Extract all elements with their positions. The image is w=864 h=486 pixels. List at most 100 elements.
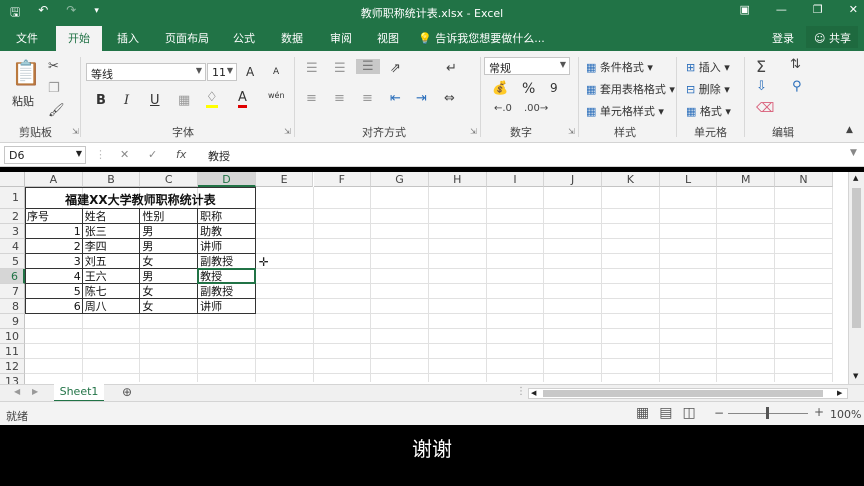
align-center-icon[interactable]: ≡ bbox=[334, 91, 345, 106]
shrink-font-button[interactable]: A bbox=[273, 67, 279, 77]
share-button[interactable]: ☺ 共享 bbox=[806, 26, 858, 48]
column-header-m[interactable]: M bbox=[717, 172, 776, 187]
column-header-f[interactable]: F bbox=[313, 172, 372, 187]
conditional-formatting-button[interactable]: ▦ 条件格式 ▾ bbox=[586, 59, 653, 75]
align-bottom-icon[interactable]: ☰ bbox=[356, 59, 380, 74]
number-format-combo[interactable]: 常规 ▼ bbox=[484, 57, 570, 75]
align-middle-icon[interactable]: ☰ bbox=[334, 61, 346, 76]
page-break-view-icon[interactable]: ◫ bbox=[682, 405, 695, 421]
row-header-4[interactable]: 4 bbox=[0, 239, 25, 254]
select-all-corner[interactable] bbox=[0, 172, 25, 187]
column-header-c[interactable]: C bbox=[140, 172, 199, 187]
vertical-scrollbar[interactable]: ▲ ▼ bbox=[848, 172, 864, 384]
italic-button[interactable]: I bbox=[124, 93, 129, 108]
format-cells-button[interactable]: ▦ 格式 ▾ bbox=[686, 103, 731, 119]
merge-center-icon[interactable]: ⇔ bbox=[444, 91, 455, 106]
minimize-icon[interactable]: — bbox=[776, 3, 787, 16]
tab-formulas[interactable]: 公式 bbox=[233, 30, 255, 46]
currency-icon[interactable]: 💰 bbox=[492, 81, 508, 96]
tab-file[interactable]: 文件 bbox=[16, 30, 38, 46]
row-header-9[interactable]: 9 bbox=[0, 314, 25, 329]
fill-icon[interactable]: ⇩ bbox=[756, 79, 767, 94]
column-header-k[interactable]: K bbox=[602, 172, 660, 187]
cut-icon[interactable]: ✂ bbox=[48, 59, 59, 74]
decrease-indent-icon[interactable]: ⇤ bbox=[390, 91, 401, 106]
cancel-icon[interactable]: ✕ bbox=[120, 148, 129, 161]
expand-formula-icon[interactable]: ▼ bbox=[850, 148, 857, 158]
scroll-up-icon[interactable]: ▲ bbox=[853, 174, 858, 182]
format-painter-icon[interactable]: 🖌 bbox=[48, 103, 65, 118]
align-right-icon[interactable]: ≡ bbox=[362, 91, 373, 106]
column-header-l[interactable]: L bbox=[659, 172, 718, 187]
increase-decimal-icon[interactable]: ←.0 bbox=[494, 103, 512, 114]
collapse-ribbon-icon[interactable]: ▲ bbox=[846, 125, 853, 135]
enter-icon[interactable]: ✓ bbox=[148, 148, 157, 161]
wrap-text-icon[interactable]: ↵ bbox=[446, 61, 457, 76]
tab-insert[interactable]: 插入 bbox=[117, 30, 139, 46]
zoom-level[interactable]: 100% bbox=[830, 408, 861, 421]
percent-button[interactable]: % bbox=[522, 81, 535, 97]
find-select-icon[interactable]: ⚲ bbox=[792, 79, 802, 94]
font-size-combo[interactable]: 11 ▼ bbox=[207, 63, 237, 81]
format-as-table-button[interactable]: ▦ 套用表格格式 ▾ bbox=[586, 81, 675, 97]
sort-filter-icon[interactable]: ⇅ bbox=[790, 57, 801, 72]
autosum-icon[interactable]: Σ bbox=[756, 57, 766, 76]
font-color-button[interactable]: A bbox=[238, 91, 247, 108]
row-header-13[interactable]: 13 bbox=[0, 374, 25, 384]
horizontal-scroll-thumb[interactable] bbox=[543, 390, 823, 397]
row-header-5[interactable]: 5 bbox=[0, 254, 25, 269]
bold-button[interactable]: B bbox=[96, 93, 106, 108]
zoom-slider-thumb[interactable] bbox=[766, 407, 769, 419]
scroll-down-icon[interactable]: ▼ bbox=[853, 372, 858, 380]
tab-home[interactable]: 开始 bbox=[56, 26, 102, 51]
column-header-d[interactable]: D bbox=[198, 172, 256, 187]
horizontal-scrollbar[interactable]: ◀ ▶ bbox=[528, 388, 848, 399]
zoom-in-icon[interactable]: + bbox=[814, 405, 824, 419]
tab-data[interactable]: 数据 bbox=[281, 30, 303, 46]
copy-icon[interactable]: ❐ bbox=[48, 81, 60, 96]
zoom-out-icon[interactable]: − bbox=[714, 406, 724, 420]
clear-icon[interactable]: ⌫ bbox=[756, 101, 774, 116]
column-header-h[interactable]: H bbox=[428, 172, 487, 187]
prev-sheet-icon[interactable]: ◀ bbox=[14, 387, 20, 396]
formula-input[interactable]: 教授 bbox=[200, 146, 858, 164]
restore-icon[interactable]: ❐ bbox=[813, 3, 823, 16]
row-header-7[interactable]: 7 bbox=[0, 284, 25, 299]
align-left-icon[interactable]: ≡ bbox=[306, 91, 317, 106]
login-button[interactable]: 登录 bbox=[772, 30, 794, 46]
worksheet-grid[interactable]: A B C D E F G H I J K L M N 1 2 3 4 5 6 7 8 9 10 11 12 13 福建XX大学教师职… bbox=[0, 172, 848, 384]
insert-cells-button[interactable]: ⊞ 插入 ▾ bbox=[686, 59, 730, 75]
name-box[interactable]: D6 ▼ bbox=[4, 146, 86, 164]
phonetic-button[interactable]: wén bbox=[268, 91, 285, 100]
tab-view[interactable]: 视图 bbox=[377, 30, 399, 46]
paste-button[interactable]: 粘贴 bbox=[12, 93, 34, 109]
fill-color-icon[interactable]: ♢ bbox=[206, 91, 218, 108]
row-header-8[interactable]: 8 bbox=[0, 299, 25, 314]
close-icon[interactable]: ✕ bbox=[849, 3, 858, 16]
row-header-11[interactable]: 11 bbox=[0, 344, 25, 359]
decrease-decimal-icon[interactable]: .00→ bbox=[524, 103, 548, 114]
underline-button[interactable]: U bbox=[150, 93, 160, 108]
alignment-launcher-icon[interactable]: ⇲ bbox=[470, 127, 477, 136]
page-layout-view-icon[interactable]: ▤ bbox=[659, 405, 672, 421]
next-sheet-icon[interactable]: ▶ bbox=[32, 387, 38, 396]
column-header-n[interactable]: N bbox=[775, 172, 833, 187]
normal-view-icon[interactable]: ▦ bbox=[636, 405, 649, 421]
tab-review[interactable]: 审阅 bbox=[330, 30, 352, 46]
column-header-j[interactable]: J bbox=[544, 172, 602, 187]
column-header-b[interactable]: B bbox=[82, 172, 141, 187]
align-top-icon[interactable]: ☰ bbox=[306, 61, 318, 76]
add-sheet-icon[interactable]: ⊕ bbox=[122, 385, 132, 399]
row-header-10[interactable]: 10 bbox=[0, 329, 25, 344]
sheet-tab-sheet1[interactable]: Sheet1 bbox=[54, 384, 104, 402]
insert-function-icon[interactable]: fx bbox=[176, 148, 186, 161]
splitter-icon[interactable]: ⋮ bbox=[516, 386, 526, 397]
cell-styles-button[interactable]: ▦ 单元格样式 ▾ bbox=[586, 103, 664, 119]
font-name-combo[interactable]: 等线 ▼ bbox=[86, 63, 206, 81]
row-header-1[interactable]: 1 bbox=[0, 187, 25, 209]
column-header-e[interactable]: E bbox=[255, 172, 314, 187]
paste-icon[interactable]: 📋 bbox=[11, 59, 41, 87]
delete-cells-button[interactable]: ⊟ 删除 ▾ bbox=[686, 81, 730, 97]
column-header-i[interactable]: I bbox=[486, 172, 545, 187]
row-header-12[interactable]: 12 bbox=[0, 359, 25, 374]
